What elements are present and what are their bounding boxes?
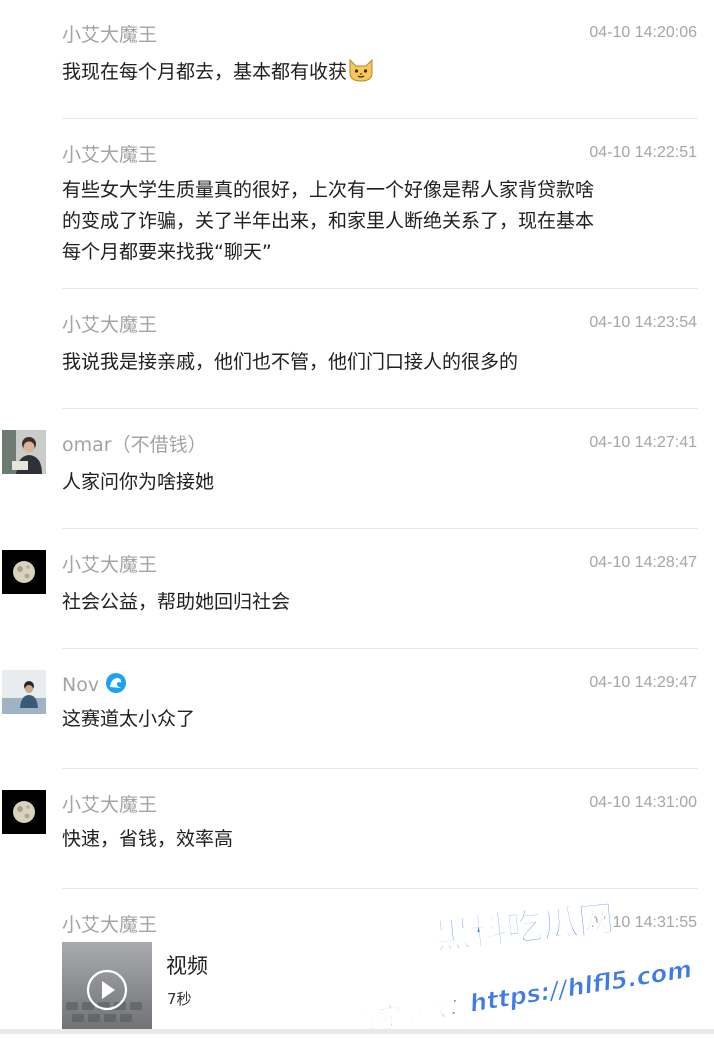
message-text: 有些女大学生质量真的很好，上次有一个好像是帮人家背贷款啥 的变成了诈骗，关了半年… (62, 175, 662, 268)
message-text: 我说我是接亲戚，他们也不管，他们门口接人的很多的 (62, 351, 519, 373)
message-timestamp: 04-10 14:31:00 (589, 794, 697, 811)
chat-message: Nov 04-10 14:29:47 这赛道太小众了 (0, 650, 714, 769)
message-timestamp: 04-10 14:20:06 (589, 24, 697, 41)
video-title: 视频 (166, 954, 208, 978)
user-avatar[interactable] (2, 430, 46, 474)
divider (62, 648, 698, 649)
divider (62, 768, 698, 769)
sender-name: 小艾大魔王 (62, 314, 158, 336)
message-text: 这赛道太小众了 (62, 708, 196, 730)
divider (62, 888, 698, 889)
sender-name: Nov (62, 672, 127, 698)
chat-message: 小艾大魔王 04-10 14:23:54 我说我是接亲戚，他们也不管，他们门口接… (0, 290, 714, 409)
divider (62, 408, 698, 409)
message-timestamp: 04-10 14:29:47 (589, 674, 697, 691)
message-timestamp: 04-10 14:22:51 (589, 144, 697, 161)
sender-name: 小艾大魔王 (62, 144, 158, 166)
divider (62, 528, 698, 529)
message-text: 快速，省钱，效率高 (62, 828, 234, 850)
sender-name-text: Nov (62, 674, 100, 696)
message-line: 有些女大学生质量真的很好，上次有一个好像是帮人家背贷款啥 (62, 179, 595, 201)
sender-name: 小艾大魔王 (62, 794, 158, 816)
video-card[interactable]: 视频 7秒 (62, 942, 462, 1032)
message-text: 我现在每个月都去，基本都有收获 (62, 57, 662, 88)
message-timestamp: 04-10 14:23:54 (589, 314, 697, 331)
chat-message: 小艾大魔王 04-10 14:31:00 快速，省钱，效率高 (0, 770, 714, 889)
message-timestamp: 04-10 14:28:47 (589, 554, 697, 571)
divider (62, 118, 698, 119)
message-line: 的变成了诈骗，关了半年出来，和家里人断绝关系了，现在基本 (62, 210, 595, 232)
wave-badge-icon (105, 672, 127, 694)
chat-message: 小艾大魔王 04-10 14:22:51 有些女大学生质量真的很好，上次有一个好… (0, 120, 714, 289)
chat-message: omar（不借钱） 04-10 14:27:41 人家问你为啥接她 (0, 410, 714, 529)
message-text: 社会公益，帮助她回归社会 (62, 591, 291, 613)
sender-name: omar（不借钱） (62, 434, 207, 456)
user-avatar[interactable] (2, 550, 46, 594)
video-duration: 7秒 (167, 990, 192, 1008)
bottom-bar (0, 1029, 714, 1034)
message-timestamp: 04-10 14:31:55 (589, 914, 697, 931)
chat-message: 小艾大魔王 04-10 14:20:06 我现在每个月都去，基本都有收获 (0, 0, 714, 119)
user-avatar[interactable] (2, 790, 46, 834)
sender-name: 小艾大魔王 (62, 914, 158, 936)
message-text: 人家问你为啥接她 (62, 471, 215, 493)
sender-name: 小艾大魔王 (62, 554, 158, 576)
message-line: 每个月都要来找我“聊天” (62, 241, 272, 263)
message-timestamp: 04-10 14:27:41 (589, 434, 697, 451)
divider (62, 288, 698, 289)
chat-message: 小艾大魔王 04-10 14:28:47 社会公益，帮助她回归社会 (0, 530, 714, 649)
user-avatar[interactable] (2, 670, 46, 714)
cat-face-emoji-icon (348, 58, 374, 82)
video-thumbnail[interactable] (62, 942, 152, 1032)
message-text-content: 我现在每个月都去，基本都有收获 (62, 61, 348, 83)
sender-name: 小艾大魔王 (62, 24, 158, 46)
